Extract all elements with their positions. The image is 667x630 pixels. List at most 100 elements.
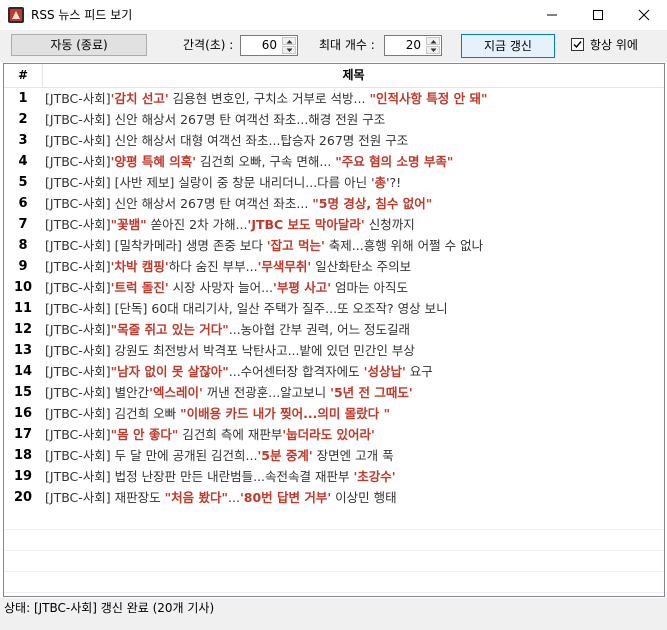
- max-count-spinner[interactable]: 20: [384, 35, 442, 56]
- maximize-button[interactable]: [575, 0, 621, 30]
- row-number: 17: [13, 427, 33, 442]
- highlighted-quote: '잡고 먹는': [266, 238, 325, 253]
- max-count-value[interactable]: 20: [406, 38, 421, 53]
- row-number: 19: [13, 469, 33, 484]
- highlighted-quote: '감치 선고': [110, 91, 169, 106]
- title-text: 이상민 행태: [331, 490, 397, 505]
- row-title: [JTBC-사회] [단독] 60대 대리기사, 일산 주택가 질주...또 오…: [45, 298, 448, 319]
- highlighted-quote: "꽃뱀": [110, 217, 147, 232]
- list-item[interactable]: 13 [JTBC-사회] 강원도 최전방서 박격포 낙탄사고...밭에 있던 민간…: [4, 340, 664, 361]
- highlighted-quote: "처음 봤다": [164, 490, 229, 505]
- highlighted-quote: '5분 중계': [257, 448, 313, 463]
- list-item[interactable]: 2 [JTBC-사회] 신안 해상서 267명 탄 여객선 좌초...해경 전원 …: [4, 109, 664, 130]
- close-button[interactable]: [621, 0, 667, 30]
- list-item[interactable]: 15 [JTBC-사회] 별안간'엑스레이' 꺼낸 전광훈...알고보니 '5년 …: [4, 382, 664, 403]
- row-title: [JTBC-사회] 김건희 오빠 "이배용 카드 내가 찢어...의미 몰랐다 …: [45, 403, 390, 424]
- row-number: 20: [13, 490, 33, 505]
- highlighted-quote: "주요 혐의 소명 부족": [335, 154, 454, 169]
- row-title: [JTBC-사회]'감치 선고' 김용현 변호인, 구치소 거부로 석방... …: [45, 88, 488, 109]
- title-text: [JTBC-사회]: [45, 259, 111, 274]
- list-item[interactable]: 19 [JTBC-사회] 법정 난장판 만든 내란범들...속전속결 재판부 '초…: [4, 466, 664, 487]
- interval-label: 간격(초) :: [183, 38, 234, 52]
- row-title: [JTBC-사회]"목줄 쥐고 있는 거다"...농아협 간부 권력, 어느 정…: [45, 319, 410, 340]
- list-item[interactable]: 14 [JTBC-사회]"남자 없이 못 살잖아"...수어센터장 합격자에도 '…: [4, 361, 664, 382]
- interval-value[interactable]: 60: [262, 38, 277, 53]
- highlighted-quote: '성상납': [363, 364, 406, 379]
- max-count-down-button[interactable]: [426, 46, 440, 54]
- column-header-number[interactable]: #: [4, 64, 43, 87]
- list-item[interactable]: 7 [JTBC-사회]"꽃뱀" 쏟아진 2차 가해...'JTBC 보도 막아달라…: [4, 214, 664, 235]
- close-icon: [638, 9, 650, 21]
- list-item[interactable]: 16 [JTBC-사회] 김건희 오빠 "이배용 카드 내가 찢어...의미 몰랐…: [4, 403, 664, 424]
- row-title: [JTBC-사회] 신안 해상서 267명 탄 여객선 좌초... "5명 경상…: [45, 193, 432, 214]
- list-item[interactable]: 18 [JTBC-사회] 두 달 만에 공개된 김건희...'5분 중계' 장면엔…: [4, 445, 664, 466]
- chevron-down-icon: [286, 48, 293, 52]
- always-on-top-label[interactable]: 항상 위에: [590, 38, 638, 52]
- always-on-top-checkbox[interactable]: [571, 38, 584, 51]
- row-number: 12: [13, 322, 33, 337]
- column-header-title[interactable]: 제목: [43, 64, 664, 87]
- interval-down-button[interactable]: [282, 46, 296, 54]
- status-text: 상태: [JTBC-사회] 갱신 완료 (20개 기사): [4, 601, 215, 615]
- title-text: 엄마는 아직도: [331, 280, 408, 295]
- title-text: [JTBC-사회]: [45, 280, 111, 295]
- list-item[interactable]: 6 [JTBC-사회] 신안 해상서 267명 탄 여객선 좌초... "5명 경…: [4, 193, 664, 214]
- max-count-up-button[interactable]: [426, 37, 440, 45]
- highlighted-quote: "몸 안 좋다": [110, 427, 179, 442]
- title-text: [JTBC-사회] 두 달 만에 공개된 김건희...: [45, 448, 258, 463]
- highlighted-quote: '엑스레이': [149, 385, 203, 400]
- title-text: [JTBC-사회]: [45, 217, 111, 232]
- maximize-icon: [593, 10, 603, 20]
- row-title: [JTBC-사회] 법정 난장판 만든 내란범들...속전속결 재판부 '초강수…: [45, 466, 396, 487]
- row-number: 16: [13, 406, 33, 421]
- list-item[interactable]: 12 [JTBC-사회]"목줄 쥐고 있는 거다"...농아협 간부 권력, 어느…: [4, 319, 664, 340]
- row-number: 7: [18, 217, 28, 232]
- news-list[interactable]: # 제목 1 [JTBC-사회]'감치 선고' 김용현 변호인, 구치소 거부로 …: [3, 63, 665, 597]
- list-item[interactable]: 10 [JTBC-사회]'트럭 돌진' 시장 사망자 늘어...'부평 사고' 엄…: [4, 277, 664, 298]
- title-text: 김용현 변호인, 구치소 거부로 석방...: [168, 91, 370, 106]
- title-text: [JTBC-사회] 김건희 오빠: [45, 406, 181, 421]
- title-text: 요구: [405, 364, 433, 379]
- title-text: [JTBC-사회] [사반 제보] 실랑이 중 창문 내리더니...다름 아닌 …: [45, 175, 375, 190]
- highlighted-quote: '차박 캠핑': [110, 259, 169, 274]
- title-text: 신청까지: [364, 217, 415, 232]
- title-text: 시장 사망자 늘어...: [168, 280, 274, 295]
- highlighted-quote: '80번 답변 거부': [239, 490, 332, 505]
- auto-toggle-button[interactable]: 자동 (종료): [11, 34, 147, 56]
- row-number: 13: [13, 343, 33, 358]
- highlighted-quote: '눕더라도 있어라': [282, 427, 375, 442]
- title-text: ...: [228, 490, 240, 505]
- highlighted-quote: 'JTBC 보도 막아달라': [247, 217, 365, 232]
- title-text: ...농아협 간부 권력, 어느 정도길래: [228, 322, 411, 337]
- checkmark-icon: [573, 41, 582, 49]
- title-bar: RSS 뉴스 피드 보기: [0, 0, 667, 30]
- title-text: [JTBC-사회] 별안간: [45, 385, 150, 400]
- title-text: [JTBC-사회] 신안 해상서 267명 탄 여객선 좌초...해경 전원 구…: [45, 112, 386, 127]
- refresh-now-button[interactable]: 지금 갱신: [461, 34, 555, 58]
- highlighted-quote: 총: [374, 175, 387, 190]
- empty-row-line: [4, 529, 664, 530]
- row-title: [JTBC-사회] 재판장도 "처음 봤다"...'80번 답변 거부' 이상민…: [45, 487, 397, 508]
- title-text: 축제...흥행 위해 어쩔 수 없나: [324, 238, 484, 253]
- list-rows: 1 [JTBC-사회]'감치 선고' 김용현 변호인, 구치소 거부로 석방...…: [4, 88, 664, 508]
- row-number: 11: [13, 301, 33, 316]
- title-text: [JTBC-사회]: [45, 427, 111, 442]
- chevron-up-icon: [286, 40, 293, 44]
- interval-up-button[interactable]: [282, 37, 296, 45]
- row-title: [JTBC-사회] 신안 해상서 267명 탄 여객선 좌초...해경 전원 구…: [45, 109, 385, 130]
- minimize-button[interactable]: [529, 0, 575, 30]
- title-text: 장면엔 고개 푹: [312, 448, 394, 463]
- list-item[interactable]: 8 [JTBC-사회] [밀착카메라] 생명 존중 보다 '잡고 먹는' 축제..…: [4, 235, 664, 256]
- list-item[interactable]: 9 [JTBC-사회]'차박 캠핑'하다 숨진 부부...'무색무취' 일산화탄소…: [4, 256, 664, 277]
- status-bar: 상태: [JTBC-사회] 갱신 완료 (20개 기사): [0, 598, 667, 630]
- list-item[interactable]: 11 [JTBC-사회] [단독] 60대 대리기사, 일산 주택가 질주...또…: [4, 298, 664, 319]
- list-item[interactable]: 5 [JTBC-사회] [사반 제보] 실랑이 중 창문 내리더니...다름 아닌…: [4, 172, 664, 193]
- row-number: 8: [18, 238, 28, 253]
- list-item[interactable]: 4 [JTBC-사회]'양평 특혜 의혹' 김건희 오빠, 구속 면해... "주…: [4, 151, 664, 172]
- list-item[interactable]: 1 [JTBC-사회]'감치 선고' 김용현 변호인, 구치소 거부로 석방...…: [4, 88, 664, 109]
- list-item[interactable]: 3 [JTBC-사회] 신안 해상서 대형 여객선 좌초...탑승자 267명 전…: [4, 130, 664, 151]
- list-item[interactable]: 17 [JTBC-사회]"몸 안 좋다" 김건희 측에 재판부'눕더라도 있어라': [4, 424, 664, 445]
- row-number: 6: [18, 196, 28, 211]
- interval-spinner[interactable]: 60: [240, 35, 298, 56]
- list-item[interactable]: 20 [JTBC-사회] 재판장도 "처음 봤다"...'80번 답변 거부' 이…: [4, 487, 664, 508]
